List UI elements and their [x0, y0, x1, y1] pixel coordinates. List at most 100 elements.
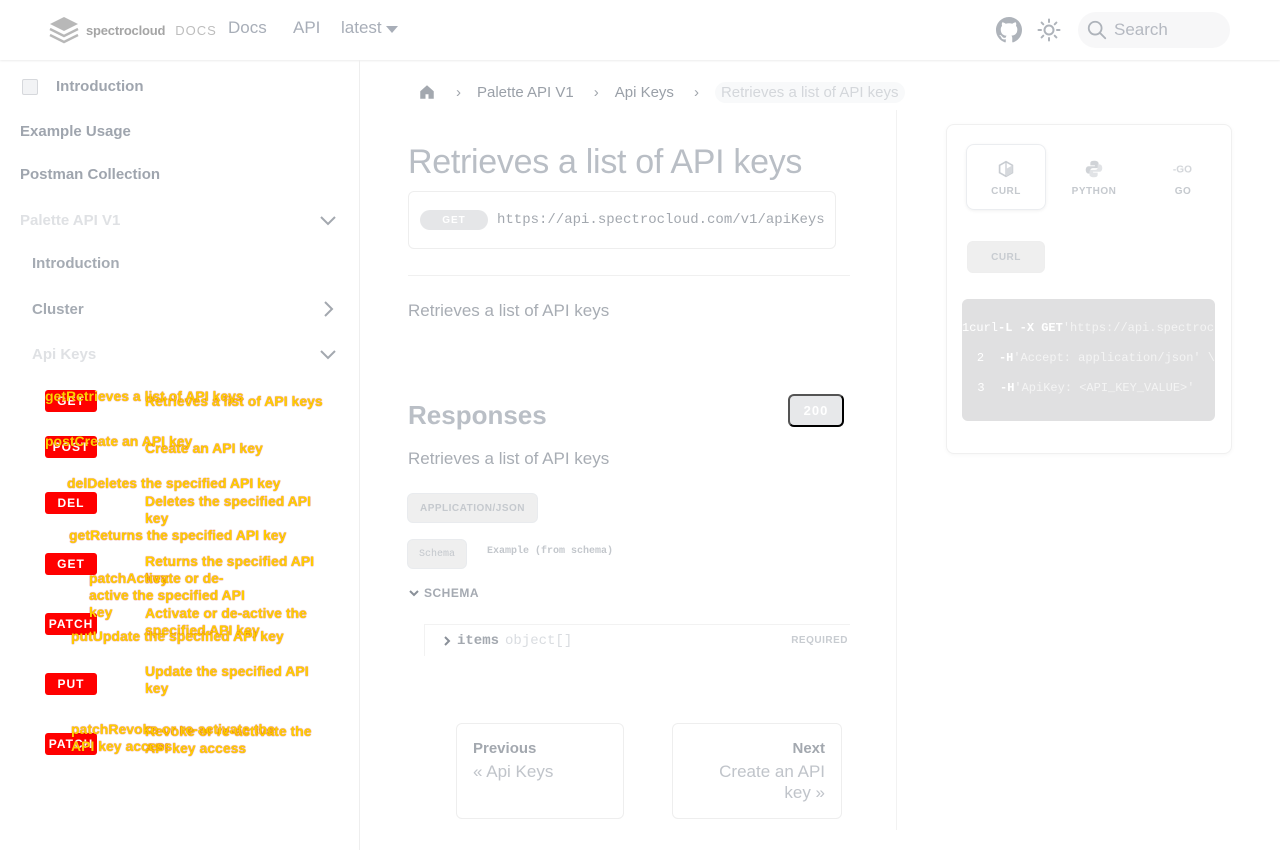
pagination-label: Create an API key »: [719, 762, 825, 802]
sun-icon[interactable]: [1037, 18, 1061, 42]
python-icon: [1085, 160, 1103, 177]
logo-text: spectrocloud: [86, 22, 166, 38]
nav-link-docs[interactable]: Docs: [228, 18, 267, 38]
code-line: 1 curl -L -X GET 'https://api.spectroclo…: [962, 321, 1215, 351]
pagination-previous[interactable]: Previous « Api Keys: [456, 723, 624, 819]
code-string: 'https://api.spectrocloud.com/v1/apiKeys…: [1062, 321, 1215, 335]
chevron-down-icon[interactable]: [318, 210, 338, 230]
required-badge: REQUIRED: [791, 635, 848, 646]
search-box[interactable]: [1078, 12, 1230, 48]
method-badge: PUT: [45, 673, 97, 695]
breadcrumb-separator-icon: ›: [456, 83, 461, 101]
caret-down-icon: [385, 26, 398, 33]
endpoint-label: Deletes the specified API key: [145, 493, 311, 526]
github-icon[interactable]: [996, 17, 1022, 43]
code-command: curl: [969, 321, 999, 335]
status-code-200-tab[interactable]: 200: [788, 394, 844, 427]
breadcrumb-current: Retrieves a list of API keys: [714, 81, 905, 103]
curl-icon: [998, 160, 1014, 177]
tab-go[interactable]: -GO GO: [1143, 144, 1223, 210]
page-icon: [22, 78, 38, 95]
schema-toggle[interactable]: SCHEMA: [408, 586, 479, 600]
spectrocloud-logo-icon: [49, 17, 79, 44]
pagination-label: « Api Keys: [473, 762, 554, 781]
sidebar-item-introduction-sub[interactable]: Introduction: [32, 255, 119, 272]
search-icon: [1087, 20, 1107, 40]
schema-toggle-label: SCHEMA: [424, 586, 480, 600]
tab-curl[interactable]: CURL: [966, 144, 1046, 210]
code-line: 3 -H 'ApiKey: <API_KEY_VALUE>': [962, 381, 1215, 411]
docs-sidebar: Introduction Example Usage Postman Colle…: [0, 60, 360, 850]
code-sample-block[interactable]: 1 curl -L -X GET 'https://api.spectroclo…: [962, 299, 1215, 421]
section-divider: [408, 275, 850, 276]
endpoint-label: Update the specified API key: [145, 663, 309, 696]
property-name: items: [457, 632, 500, 649]
endpoint-box: GET https://api.spectrocloud.com/v1/apiK…: [408, 191, 836, 249]
breadcrumb: › Palette API V1 › Api Keys › Retrieves …: [418, 80, 905, 104]
home-icon[interactable]: [418, 83, 436, 101]
property-type: object[]: [505, 632, 573, 649]
sidebar-endpoint-delete-api-key[interactable]: DEL Deletes the specified API key delDel…: [45, 475, 311, 526]
chevron-right-icon[interactable]: [318, 299, 338, 319]
endpoint-overlay-text: getReturns the specified API key: [69, 527, 287, 543]
code-flags: -L -X GET: [998, 321, 1063, 335]
responses-heading: Responses: [408, 400, 547, 430]
go-icon: -GO: [1173, 164, 1192, 175]
column-divider: [896, 110, 897, 830]
line-number: 1: [962, 321, 970, 335]
sidebar-item-label: Cluster: [32, 300, 84, 318]
sidebar-category-cluster[interactable]: Cluster: [32, 299, 338, 319]
code-string: 'Accept: application/json' \: [1013, 351, 1215, 365]
spectrocloud-logo[interactable]: spectrocloud DOCS: [48, 16, 217, 44]
code-flags: -H: [998, 351, 1014, 365]
page-title: Retrieves a list of API keys: [408, 143, 803, 181]
sidebar-item-introduction[interactable]: Introduction: [22, 78, 143, 95]
line-number: 3: [977, 381, 985, 395]
code-line: 2 -H 'Accept: application/json' \: [962, 351, 1215, 381]
mime-type-tab[interactable]: APPLICATION/JSON: [407, 493, 538, 523]
endpoint-description: Retrieves a list of API keys: [408, 301, 610, 320]
sidebar-item-postman-collection[interactable]: Postman Collection: [20, 166, 160, 183]
tab-curl-variant[interactable]: CURL: [967, 241, 1045, 273]
endpoint-overlay-text: delDeletes the specified API key: [67, 475, 281, 491]
endpoint-overlay-text: putUpdate the specified API key: [71, 628, 284, 644]
method-badge: DEL: [45, 492, 97, 514]
code-flags: -H: [1000, 381, 1015, 395]
code-string: 'ApiKey: <API_KEY_VALUE>': [1014, 381, 1195, 395]
sidebar-endpoint-revoke-api-key[interactable]: PATCH Revoke or re-activate the API key …: [45, 721, 312, 756]
version-label: latest: [341, 18, 382, 37]
sidebar-item-label: Palette API V1: [20, 211, 121, 229]
version-dropdown[interactable]: latest: [341, 18, 398, 38]
search-input[interactable]: [1114, 20, 1224, 40]
logo-docs-suffix: DOCS: [175, 22, 217, 38]
chevron-down-icon: [409, 590, 419, 597]
sidebar-endpoint-create-api-key[interactable]: POST Create an API key postCreate an API…: [45, 433, 263, 458]
endpoint-overlay-text: getRetrieves a list of API keys: [45, 388, 244, 404]
sidebar-item-example-usage[interactable]: Example Usage: [20, 123, 131, 140]
endpoint-overlay-text: postCreate an API key: [45, 433, 193, 449]
nav-link-api[interactable]: API: [293, 18, 320, 38]
breadcrumb-separator-icon: ›: [693, 83, 699, 101]
method-badge: GET: [420, 210, 488, 230]
breadcrumb-link-api-keys[interactable]: Api Keys: [615, 84, 674, 101]
pagination-sublabel: Previous: [473, 740, 537, 757]
breadcrumb-link-palette-api[interactable]: Palette API V1: [477, 84, 574, 101]
tab-python[interactable]: PYTHON: [1054, 144, 1134, 210]
svg-text:-GO: -GO: [1173, 164, 1192, 175]
response-description: Retrieves a list of API keys: [408, 449, 610, 468]
chevron-down-icon[interactable]: [318, 344, 338, 364]
schema-property-items[interactable]: items object[] REQUIRED: [424, 624, 850, 656]
sidebar-endpoint-list-api-keys[interactable]: GET Retrieves a list of API keys getRetr…: [45, 388, 323, 412]
sidebar-endpoint-update-api-key[interactable]: PUT Update the specified API key putUpda…: [45, 628, 309, 696]
sidebar-category-api-keys[interactable]: Api Keys: [32, 344, 338, 364]
tab-example[interactable]: Example (from schema): [487, 546, 613, 557]
endpoint-overlay-text: patchActivate or de-active the specified…: [89, 570, 245, 620]
tab-schema[interactable]: Schema: [407, 539, 467, 569]
breadcrumb-separator-icon: ›: [593, 83, 599, 101]
tab-label: GO: [1174, 185, 1192, 197]
sidebar-item-label: Api Keys: [32, 345, 97, 363]
sidebar-category-palette-api[interactable]: Palette API V1: [20, 210, 338, 230]
top-navbar: spectrocloud DOCS Docs API latest: [0, 0, 1280, 60]
pagination-next[interactable]: Next Create an API key »: [672, 723, 842, 819]
line-number: 2: [976, 351, 985, 365]
